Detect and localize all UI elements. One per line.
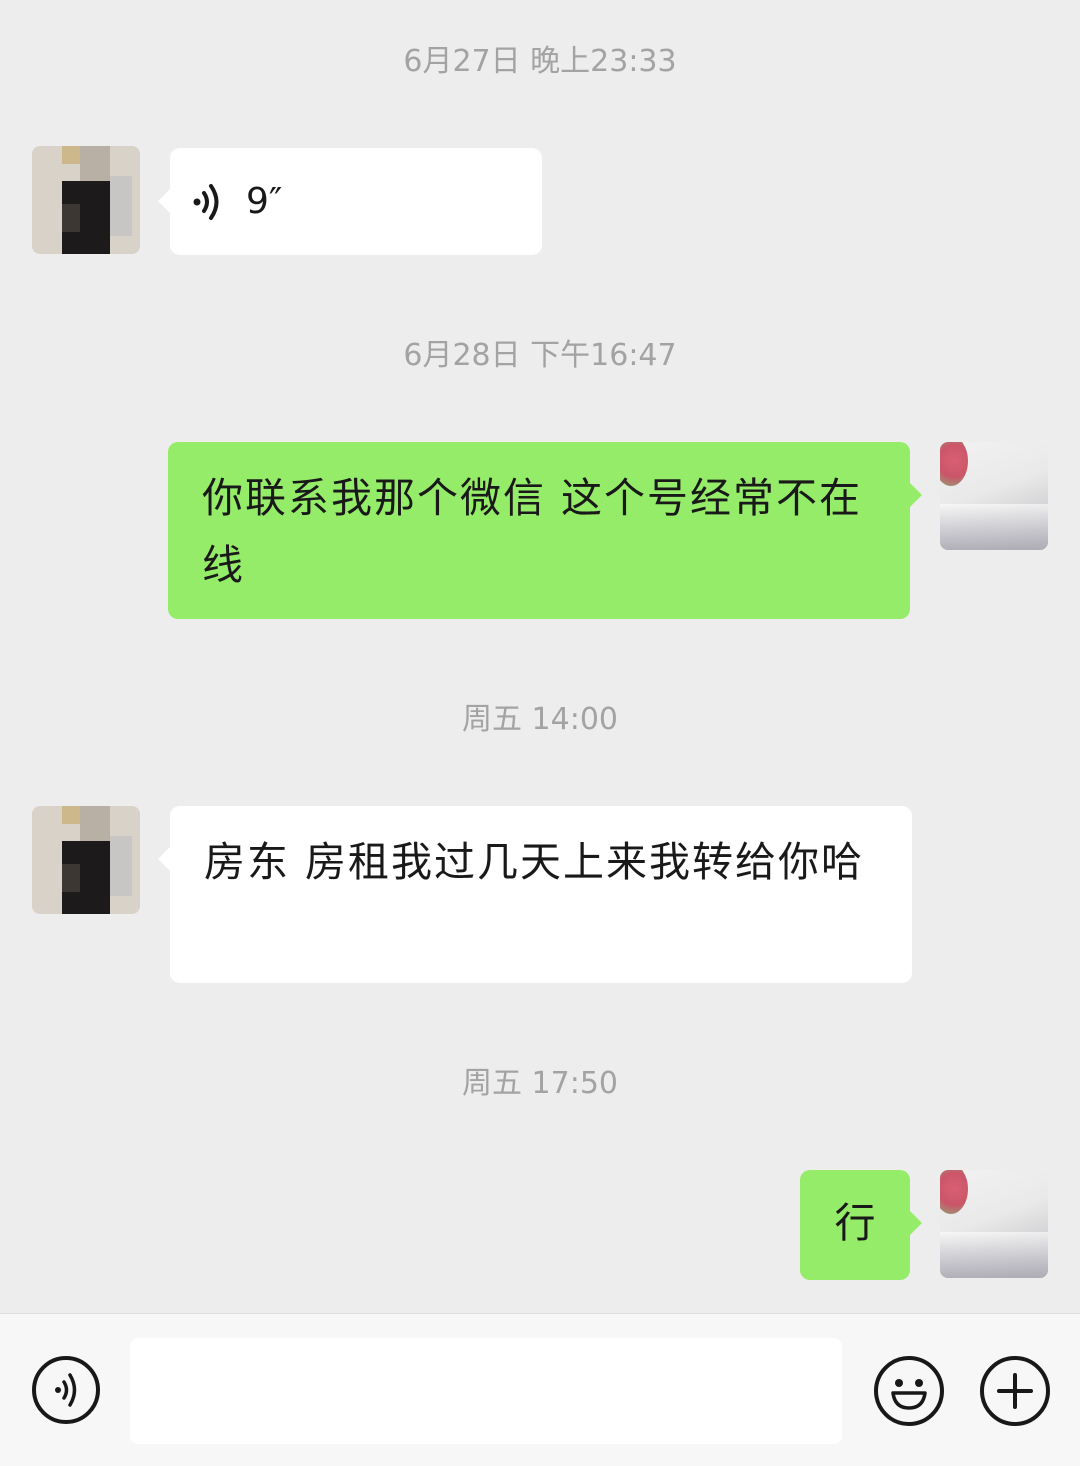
plus-icon[interactable] — [980, 1356, 1050, 1426]
input-bar — [0, 1313, 1080, 1466]
self-avatar[interactable] — [940, 442, 1048, 550]
timestamp: 6月28日 下午16:47 — [403, 338, 677, 373]
received-message-bubble[interactable]: 房东 房租我过几天上来我转给你哈 — [158, 806, 912, 983]
message-text: 行 — [834, 1199, 876, 1247]
message-text: 房东 房租我过几天上来我转给你哈 — [204, 838, 865, 886]
voice-input-icon[interactable] — [32, 1356, 100, 1424]
message-input[interactable] — [130, 1338, 842, 1444]
smiley-icon[interactable] — [874, 1356, 944, 1426]
timestamp: 周五 14:00 — [462, 702, 618, 737]
message-text: 你联系我那个微信 这个号经常不在线 — [202, 474, 863, 589]
timestamp: 6月27日 晚上23:33 — [403, 44, 677, 79]
contact-avatar[interactable] — [32, 806, 140, 914]
sent-message-bubble[interactable]: 行 — [800, 1170, 922, 1280]
contact-avatar[interactable] — [32, 146, 140, 254]
timestamp: 周五 17:50 — [462, 1066, 618, 1101]
voice-duration: 9″ — [246, 181, 283, 222]
chat-area[interactable]: 6月27日 晚上23:33 9″ 6月28日 下午16:47 你联系我那个微信 … — [0, 0, 1080, 1313]
sent-message-bubble[interactable]: 你联系我那个微信 这个号经常不在线 — [168, 442, 922, 619]
voice-message-bubble[interactable]: 9″ — [158, 148, 542, 255]
self-avatar[interactable] — [940, 1170, 1048, 1278]
voice-wave-icon — [193, 183, 219, 220]
